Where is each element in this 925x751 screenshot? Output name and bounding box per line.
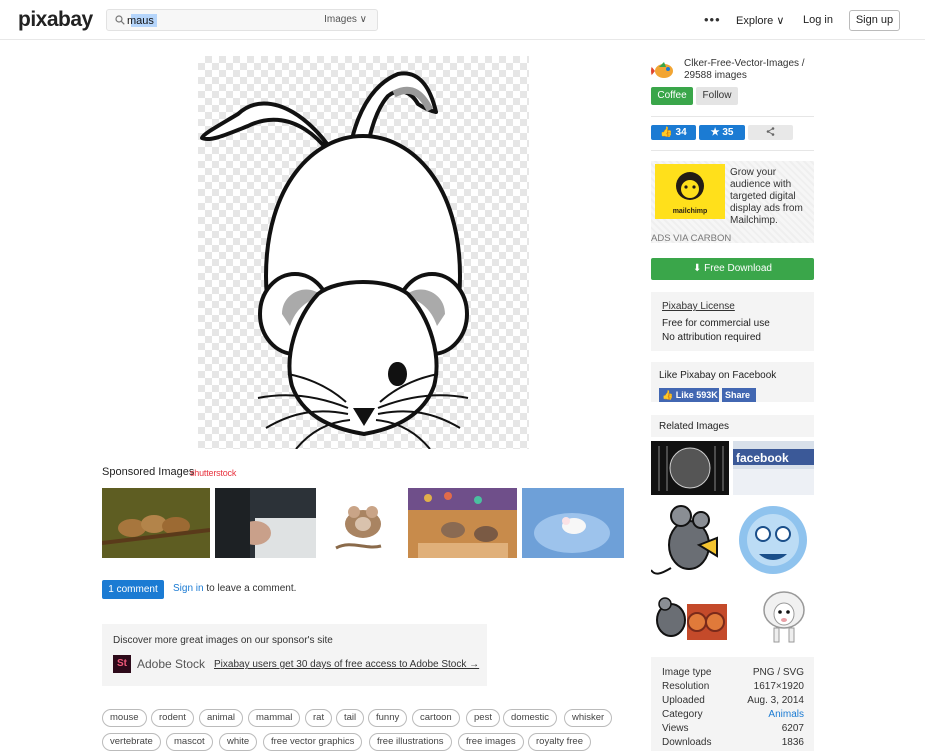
tag-free-vector-graphics[interactable]: free vector graphics [263, 733, 363, 751]
ads-via-carbon[interactable]: ADS VIA CARBON [651, 233, 731, 244]
info-key: Image type [662, 667, 712, 678]
adobe-stock-promo: Discover more great images on our sponso… [102, 624, 487, 686]
signup-button[interactable]: Sign up [849, 10, 900, 31]
license-box: Pixabay License Free for commercial use … [651, 292, 814, 351]
facebook-box: Like Pixabay on Facebook 👍 Like 593K Sha… [651, 362, 814, 402]
related-image-binary-globe[interactable] [651, 441, 729, 495]
adobe-stock-name[interactable]: Adobe Stock [137, 657, 205, 671]
related-image-rat-dynamite[interactable] [651, 584, 751, 646]
follow-button[interactable]: Follow [696, 87, 738, 105]
pixabay-logo[interactable]: pixabay [18, 8, 93, 32]
uploader-name[interactable]: Clker-Free-Vector-Images / [684, 58, 814, 70]
info-value: 6207 [781, 723, 804, 734]
svg-text:facebook: facebook [736, 451, 789, 465]
signin-link[interactable]: Sign in [173, 583, 204, 594]
info-value: PNG / SVG [752, 667, 804, 678]
sponsored-thumb-mice-on-branch[interactable] [102, 488, 210, 558]
sponsored-title: Sponsored Images [102, 466, 195, 478]
info-key: Resolution [662, 681, 710, 692]
search-bar[interactable]: Images ∨ [106, 9, 378, 31]
tag-pest[interactable]: pest [466, 709, 500, 727]
tag-tail[interactable]: tail [336, 709, 365, 727]
tag-white[interactable]: white [219, 733, 258, 751]
thumbs-up-icon: 👍 [660, 127, 673, 138]
share-button[interactable] [748, 125, 793, 140]
coffee-button[interactable]: Coffee [651, 87, 693, 105]
related-image-sheep[interactable] [754, 584, 814, 646]
share-icon [766, 127, 775, 136]
tag-funny[interactable]: funny [368, 709, 408, 727]
related-image-facebook-screen[interactable]: facebook [733, 441, 814, 495]
main-image[interactable] [198, 56, 529, 449]
category-link[interactable]: Animals [768, 709, 804, 720]
facebook-share-button[interactable]: Share [722, 388, 756, 402]
tag-animal[interactable]: animal [199, 709, 243, 727]
tag-mascot[interactable]: mascot [166, 733, 213, 751]
divider [651, 116, 814, 117]
license-line-1: Free for commercial use [662, 318, 770, 329]
info-key: Category [662, 709, 703, 720]
tag-free-images[interactable]: free images [458, 733, 524, 751]
search-type-dropdown[interactable]: Images ∨ [324, 14, 367, 25]
search-icon [115, 15, 125, 25]
sponsored-thumb-mice-in-food[interactable] [408, 488, 517, 558]
related-image-monkey-face[interactable] [733, 500, 814, 580]
comment-signin-text: Sign in to leave a comment. [173, 583, 296, 594]
comments-count-button[interactable]: 1 comment [102, 580, 164, 599]
facebook-title: Like Pixabay on Facebook [659, 370, 777, 381]
adobe-stock-logo-icon[interactable]: St [113, 655, 131, 673]
tag-mouse[interactable]: mouse [102, 709, 147, 727]
related-images-header: Related Images [651, 415, 814, 437]
info-value: Aug. 3, 2014 [747, 695, 804, 706]
divider [651, 150, 814, 151]
tag-vertebrate[interactable]: vertebrate [102, 733, 161, 751]
tag-rodent[interactable]: rodent [151, 709, 194, 727]
tag-mammal[interactable]: mammal [248, 709, 301, 727]
sponsored-thumb-brown-mouse[interactable] [321, 488, 402, 558]
top-header: pixabay Images ∨ ••• Explore ∨ Log in Si… [0, 0, 925, 40]
uploader-avatar[interactable] [651, 58, 677, 84]
ad-text[interactable]: Grow your audience with targeted digital… [730, 167, 812, 227]
search-input[interactable] [127, 13, 307, 28]
tag-whisker[interactable]: whisker [564, 709, 613, 727]
related-image-rat-cheese[interactable] [651, 500, 729, 580]
adobe-stock-offer-link[interactable]: Pixabay users get 30 days of free access… [214, 659, 479, 670]
favorite-button[interactable]: ★ 35 [699, 125, 745, 140]
info-value: 1617×1920 [753, 681, 804, 692]
free-download-button[interactable]: ⬇ Free Download [651, 258, 814, 280]
image-info-box: Image type PNG / SVG Resolution 1617×192… [651, 657, 814, 751]
favorite-count: 35 [722, 127, 734, 138]
mailchimp-ad-image[interactable]: mailchimp [655, 164, 725, 219]
uploader-image-count: 29588 images [684, 70, 747, 81]
like-count: 34 [675, 127, 687, 138]
license-link[interactable]: Pixabay License [662, 301, 735, 312]
tag-free-illustrations[interactable]: free illustrations [369, 733, 452, 751]
info-value: 1836 [781, 737, 804, 748]
info-key: Views [662, 723, 689, 734]
carbon-ad[interactable]: mailchimp Grow your audience with target… [651, 161, 814, 244]
uploader-info[interactable]: Clker-Free-Vector-Images / 29588 images [684, 58, 814, 82]
mouse-illustration-icon [200, 71, 469, 449]
star-icon: ★ [710, 127, 720, 138]
login-link[interactable]: Log in [803, 14, 833, 26]
comment-signin-rest: to leave a comment. [203, 583, 297, 594]
like-button[interactable]: 👍 34 [651, 125, 696, 140]
info-key: Uploaded [662, 695, 705, 706]
tag-domestic[interactable]: domestic [503, 709, 558, 727]
shutterstock-logo[interactable]: shutterstock [190, 468, 236, 478]
adobe-promo-title: Discover more great images on our sponso… [113, 635, 333, 646]
fish-avatar-icon [651, 58, 677, 84]
facebook-like-button[interactable]: 👍 Like 593K [659, 388, 719, 402]
mailchimp-brand: mailchimp [673, 208, 708, 215]
explore-menu[interactable]: Explore ∨ [736, 14, 784, 27]
tag-cartoon[interactable]: cartoon [412, 709, 460, 727]
sponsored-thumb-white-mouse-gloves[interactable] [522, 488, 624, 558]
related-images-title: Related Images [659, 421, 730, 432]
info-key: Downloads [662, 737, 712, 748]
tag-rat[interactable]: rat [305, 709, 333, 727]
more-menu-icon[interactable]: ••• [704, 12, 721, 27]
tag-royalty-free[interactable]: royalty free [528, 733, 591, 751]
sponsored-thumb-person-mouse[interactable] [215, 488, 316, 558]
license-line-2: No attribution required [662, 332, 761, 343]
